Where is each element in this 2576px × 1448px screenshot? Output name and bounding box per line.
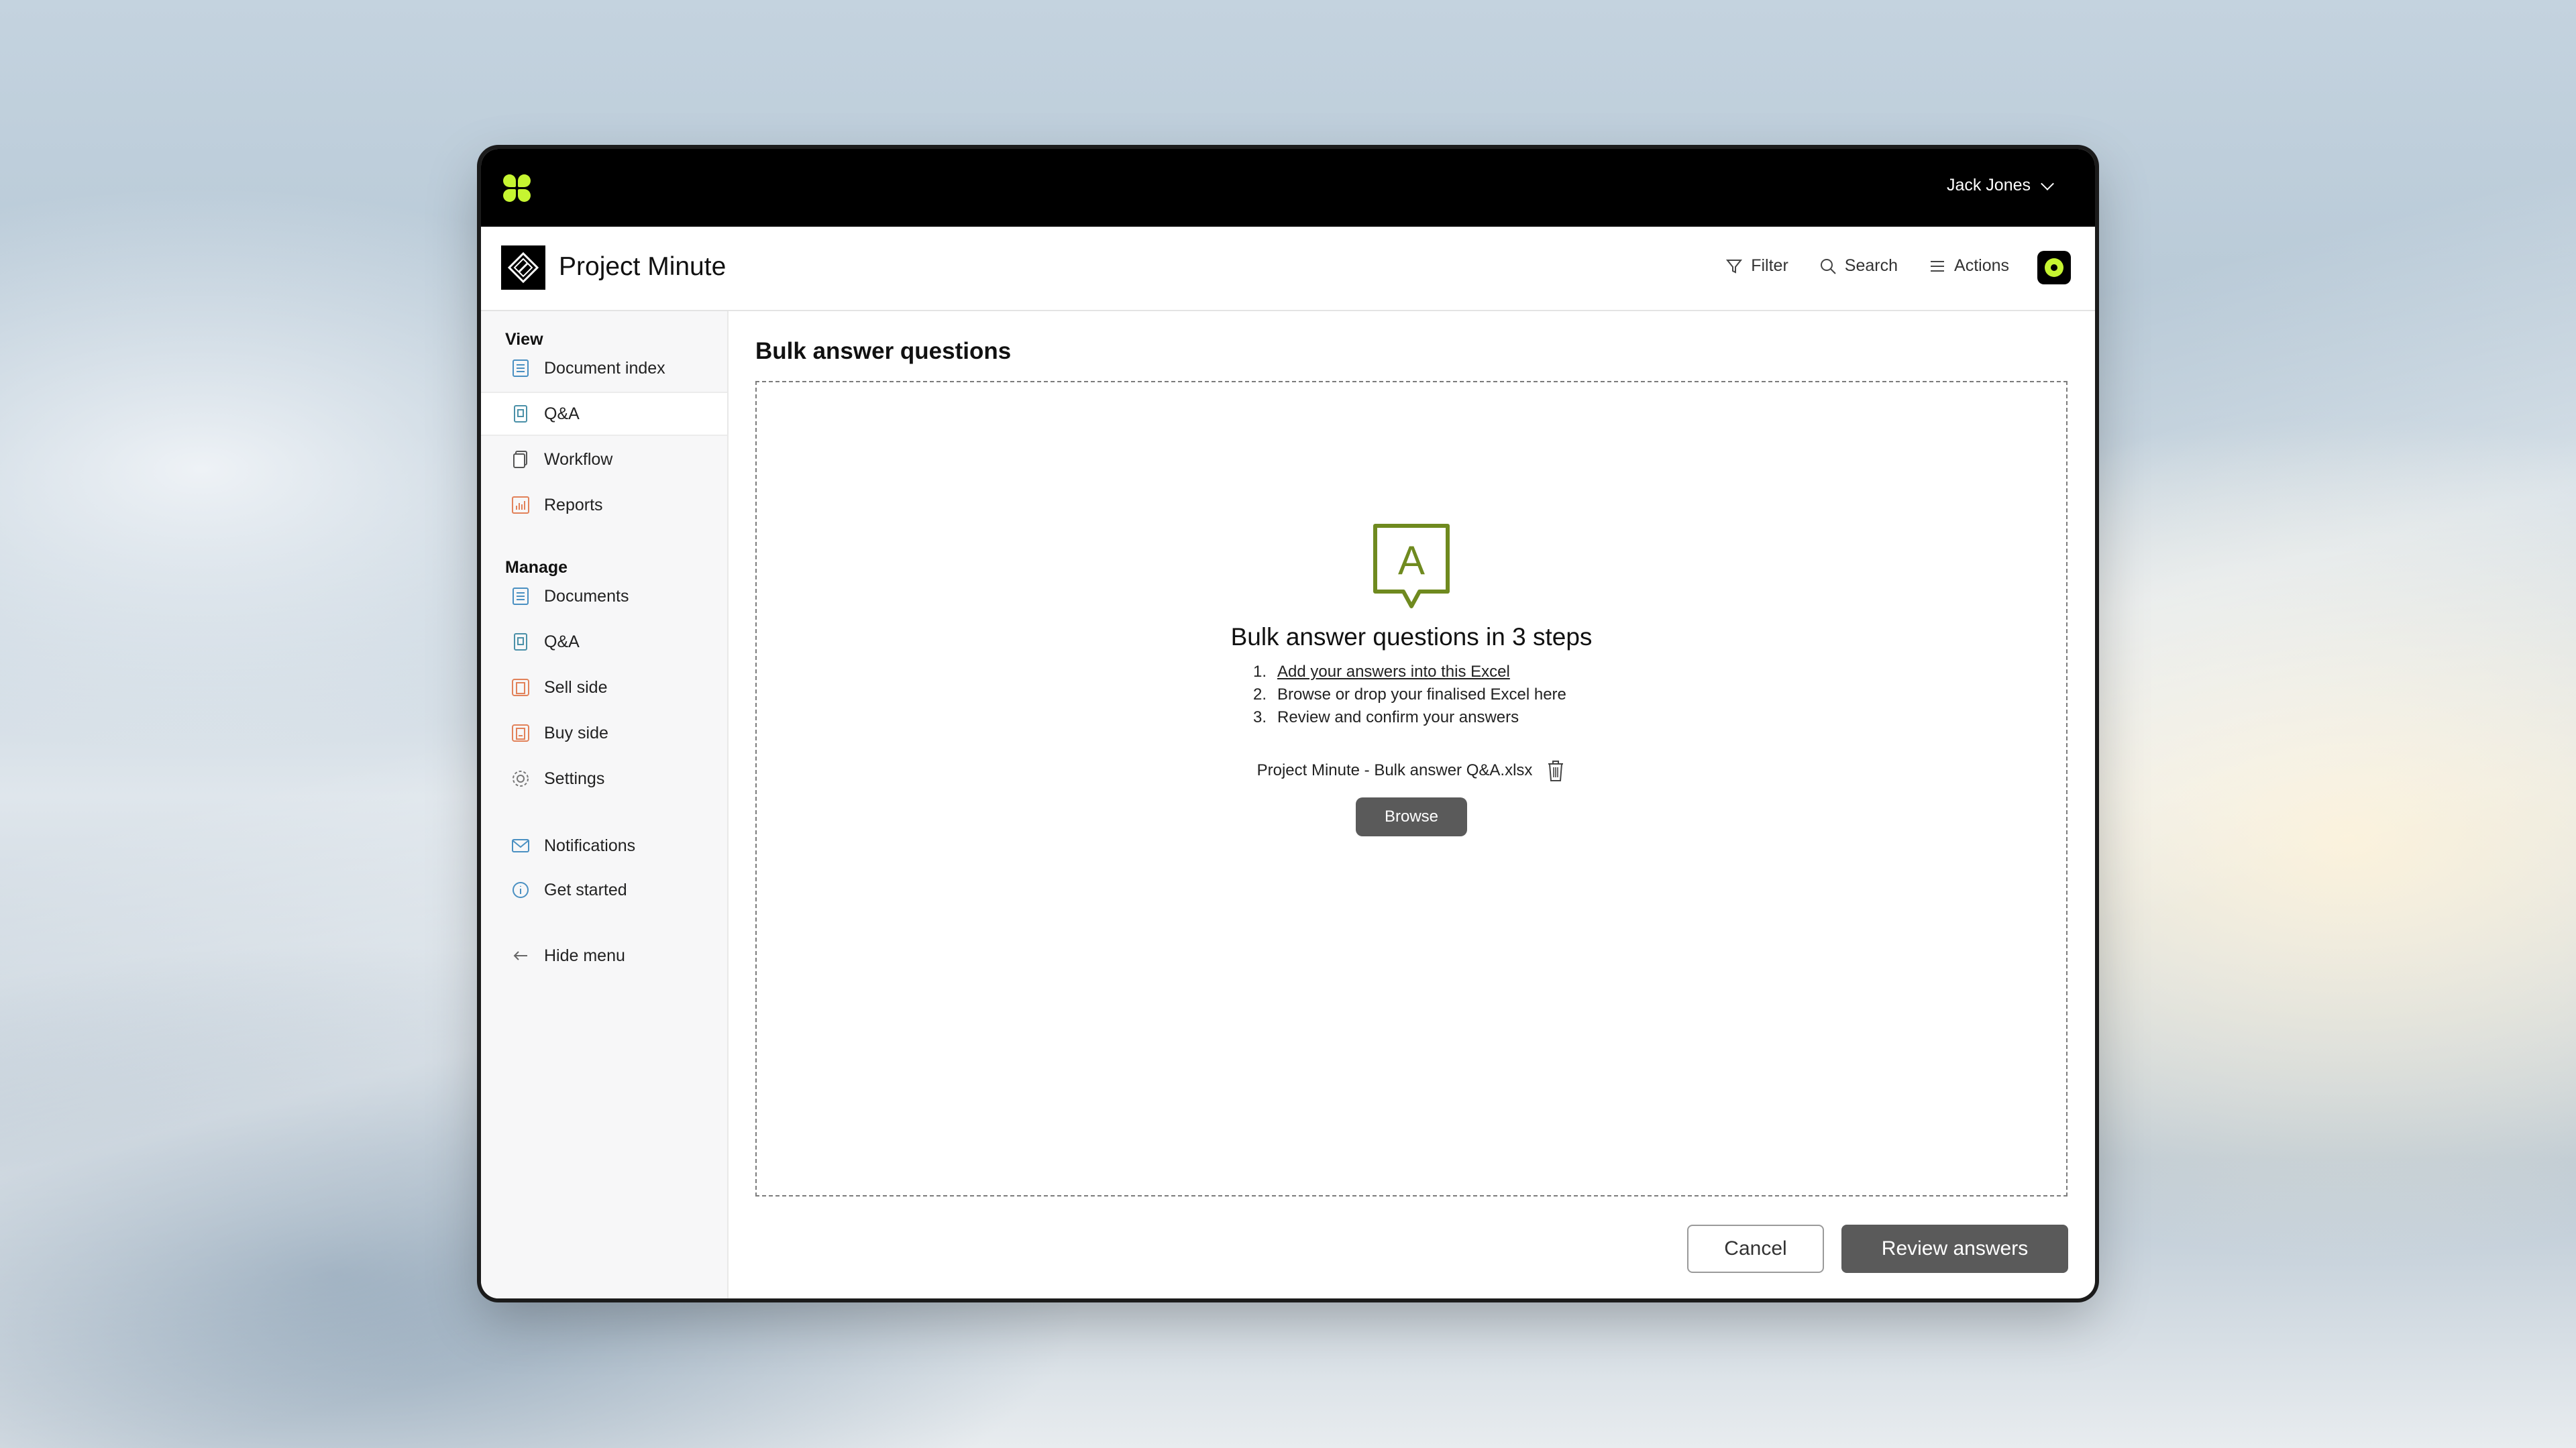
sidebar-item-qa-view[interactable]: Q&A	[481, 392, 727, 436]
sidebar-item-label: Get started	[544, 880, 627, 899]
page-title: Bulk answer questions	[755, 338, 1012, 364]
sidebar-item-buy-side[interactable]: Buy side	[481, 711, 727, 755]
app-logo-icon[interactable]	[503, 174, 533, 204]
main-content: Bulk answer questions A Bulk answer ques…	[729, 311, 2095, 1298]
bubble-letter: A	[1398, 538, 1425, 583]
search-label: Search	[1844, 256, 1898, 275]
workflow-icon	[513, 451, 527, 468]
selected-file: Project Minute - Bulk answer Q&A.xlsx	[757, 759, 2066, 783]
footer-actions: Cancel Review answers	[1687, 1225, 2068, 1273]
sidebar-item-label: Hide menu	[544, 946, 625, 965]
sidebar-item-notifications[interactable]: Notifications	[481, 824, 727, 868]
actions-label: Actions	[1954, 256, 2009, 275]
sidebar-item-label: Buy side	[544, 723, 608, 742]
sidebar-item-label: Reports	[544, 495, 603, 514]
sidebar-item-label: Documents	[544, 586, 629, 606]
sidebar: View Document index Q&A Workflow Reports…	[481, 311, 729, 1298]
step-item: 1. Add your answers into this Excel	[1252, 663, 1510, 681]
sidebar-item-sell-side[interactable]: Sell side	[481, 665, 727, 710]
review-answers-button[interactable]: Review answers	[1841, 1225, 2068, 1273]
info-icon	[513, 882, 529, 898]
project-header: Project Minute Filter Search Actions	[481, 227, 2095, 311]
arrow-left-icon	[513, 951, 527, 960]
sidebar-item-label: Sell side	[544, 677, 608, 697]
sidebar-item-label: Settings	[544, 769, 605, 788]
steps-list: 1. Add your answers into this Excel 2. Bro…	[1237, 661, 1586, 729]
top-bar: Jack Jones	[481, 149, 2095, 227]
actions-button[interactable]: Actions	[1929, 256, 2009, 276]
mail-icon	[512, 839, 529, 852]
reports-icon	[512, 496, 529, 514]
project-title: Project Minute	[559, 252, 727, 281]
menu-icon	[1931, 260, 1945, 272]
dropzone-heading: Bulk answer questions in 3 steps	[1230, 623, 1593, 651]
account-badge-icon[interactable]	[2037, 251, 2071, 284]
search-button[interactable]: Search	[1819, 256, 1898, 276]
sell-side-icon	[512, 679, 529, 696]
sidebar-item-label: Notifications	[544, 836, 636, 855]
filter-icon	[1726, 259, 1743, 274]
sidebar-item-workflow[interactable]: Workflow	[481, 437, 727, 482]
qa-icon	[514, 633, 527, 651]
cancel-button[interactable]: Cancel	[1687, 1225, 1824, 1273]
qa-icon	[514, 405, 527, 423]
step-item: 2. Browse or drop your finalised Excel he…	[1252, 685, 1566, 704]
documents-icon	[513, 588, 529, 605]
filter-button[interactable]: Filter	[1725, 256, 1788, 276]
project-toolbar: Filter Search Actions	[1725, 256, 2009, 276]
hide-menu-button[interactable]: Hide menu	[481, 934, 727, 978]
sidebar-item-qa-manage[interactable]: Q&A	[481, 620, 727, 664]
sidebar-item-documents[interactable]: Documents	[481, 574, 727, 618]
app-window: Jack Jones Project Minute Filter Search	[481, 149, 2095, 1298]
browse-button[interactable]: Browse	[1356, 797, 1467, 836]
document-index-icon	[513, 359, 529, 377]
user-menu[interactable]: Jack Jones	[1946, 176, 2054, 195]
search-icon	[1820, 258, 1836, 274]
sidebar-item-label: Q&A	[544, 632, 580, 651]
sidebar-item-label: Document index	[544, 358, 665, 378]
excel-template-link[interactable]: Add your answers into this Excel	[1277, 663, 1510, 681]
sidebar-item-label: Workflow	[544, 449, 613, 469]
answer-bubble-icon: A	[1373, 524, 1450, 608]
file-name: Project Minute - Bulk answer Q&A.xlsx	[1256, 761, 1533, 779]
file-dropzone[interactable]: A Bulk answer questions in 3 steps 1. Add…	[755, 381, 2068, 1196]
step-item: 3. Review and confirm your answers	[1252, 708, 1519, 726]
trash-icon[interactable]	[1546, 759, 1566, 783]
sidebar-item-settings[interactable]: Settings	[481, 757, 727, 801]
gear-icon	[513, 771, 529, 787]
buy-side-icon	[512, 724, 529, 742]
filter-label: Filter	[1751, 256, 1788, 275]
sidebar-item-reports[interactable]: Reports	[481, 483, 727, 527]
project-logo-icon	[501, 245, 545, 290]
sidebar-item-label: Q&A	[544, 404, 580, 423]
sidebar-item-get-started[interactable]: Get started	[481, 868, 727, 912]
user-name: Jack Jones	[1946, 176, 2031, 194]
sidebar-item-document-index[interactable]: Document index	[481, 346, 727, 390]
chevron-down-icon	[2041, 176, 2054, 190]
